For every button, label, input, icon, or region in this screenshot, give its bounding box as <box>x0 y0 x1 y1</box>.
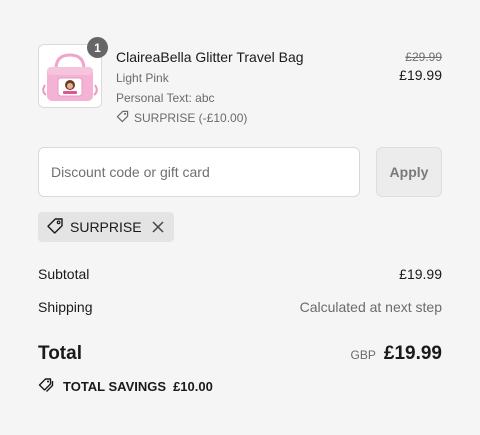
close-icon[interactable] <box>152 221 164 233</box>
total-amount: GBP £19.99 <box>351 343 442 365</box>
currency-code: GBP <box>350 348 376 362</box>
personal-text: Personal Text: abc <box>116 91 215 105</box>
tag-icon <box>116 110 129 126</box>
shipping-value: Calculated at next step <box>299 299 442 315</box>
total-savings: TOTAL SAVINGS £10.00 <box>38 377 213 396</box>
savings-value: £10.00 <box>173 379 213 394</box>
item-discount: SURPRISE (-£10.00) <box>116 110 366 126</box>
tag-icon <box>46 217 64 238</box>
item-discount-label: SURPRISE (-£10.00) <box>134 111 248 125</box>
cart-line-item: 1 ClaireaBella Glitter Travel Bag Light … <box>38 37 442 126</box>
product-variant: Light Pink <box>116 71 169 85</box>
discounted-price: £19.99 <box>399 67 442 83</box>
subtotal-label: Subtotal <box>38 266 90 282</box>
item-details: ClaireaBella Glitter Travel Bag Light Pi… <box>116 48 366 126</box>
discount-code-input[interactable] <box>38 147 360 197</box>
item-prices: £29.99 £19.99 <box>399 49 442 83</box>
double-tag-icon <box>38 377 56 396</box>
product-title: ClaireaBella Glitter Travel Bag <box>116 49 304 65</box>
applied-discount-tag: SURPRISE <box>38 212 174 242</box>
savings-label: TOTAL SAVINGS <box>63 379 167 394</box>
total-row: Total GBP £19.99 <box>38 343 442 365</box>
subtotal-value: £19.99 <box>399 266 442 282</box>
total-label: Total <box>38 343 82 364</box>
original-price: £29.99 <box>405 50 442 64</box>
subtotal-row: Subtotal £19.99 <box>38 266 442 282</box>
applied-code-label: SURPRISE <box>70 219 142 235</box>
apply-button[interactable]: Apply <box>376 147 442 197</box>
quantity-badge: 1 <box>87 37 108 58</box>
total-value: £19.99 <box>383 343 442 364</box>
shipping-row: Shipping Calculated at next step <box>38 299 442 315</box>
shipping-label: Shipping <box>38 299 93 315</box>
